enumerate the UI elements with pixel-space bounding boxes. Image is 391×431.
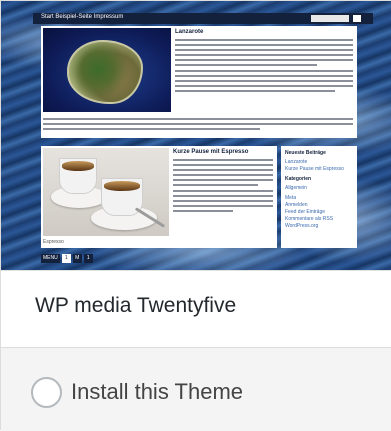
preview-topbar: Start Beispiel-Seite Impressum	[33, 13, 373, 24]
preview-sidebar-link: Anmelden	[285, 202, 308, 208]
cup-left	[59, 158, 97, 194]
preview-pager-item: MENU	[41, 254, 60, 263]
preview-image-caption: Espresso	[43, 239, 64, 245]
preview-post2-title: Kurze Pause mit Espresso	[173, 149, 249, 155]
preview-sidebar-link: Kurze Pause mit Espresso	[285, 166, 344, 172]
preview-sidebar-link: Kommentare als RSS	[285, 216, 334, 222]
preview-post1-title: Lanzarote	[175, 29, 204, 35]
preview-pagination: MENU 1 M 1	[41, 254, 93, 263]
preview-search-button	[353, 15, 361, 22]
preview-sidebar-link: WordPress.org	[285, 223, 319, 229]
preview-sidebar-link: Feed der Einträge	[285, 209, 326, 215]
preview-sidebar-heading-recent: Neueste Beiträge	[285, 150, 326, 156]
preview-sidebar-heading-categories: Kategorien	[285, 176, 312, 182]
theme-card[interactable]: Start Beispiel-Seite Impressum Lanzarote	[0, 0, 391, 431]
theme-name: WP media Twentyfive	[35, 294, 237, 317]
preview-post-espresso: Espresso Kurze Pause mit Espresso	[41, 146, 277, 248]
preview-post2-text	[173, 159, 273, 215]
preview-island-image	[43, 28, 171, 112]
preview-topbar-menu: Start Beispiel-Seite Impressum	[41, 14, 124, 20]
preview-pager-item: 1	[61, 254, 71, 263]
preview-post-lanzarote: Lanzarote	[41, 26, 357, 138]
preview-sidebar-link: Lanzarote	[285, 159, 308, 165]
preview-post1-text	[175, 39, 353, 95]
theme-screenshot[interactable]: Start Beispiel-Seite Impressum Lanzarote	[1, 1, 391, 270]
island-shape	[69, 42, 141, 102]
install-radio-button[interactable]	[31, 377, 62, 408]
preview-sidebar-link: Meta	[285, 195, 297, 201]
preview-post1-text-wide	[43, 118, 353, 133]
theme-name-area: WP media Twentyfive	[1, 270, 391, 347]
install-theme-label[interactable]: Install this Theme	[71, 379, 243, 405]
preview-espresso-image	[43, 148, 169, 236]
preview-pager-item: M	[72, 254, 82, 263]
install-theme-option[interactable]: Install this Theme	[1, 347, 391, 431]
preview-sidebar-link: Allgemein	[285, 185, 307, 191]
preview-pager-item: 1	[83, 254, 93, 263]
preview-search-box	[311, 15, 349, 22]
preview-sidebar: Neueste Beiträge Lanzarote Kurze Pause m…	[281, 146, 357, 248]
